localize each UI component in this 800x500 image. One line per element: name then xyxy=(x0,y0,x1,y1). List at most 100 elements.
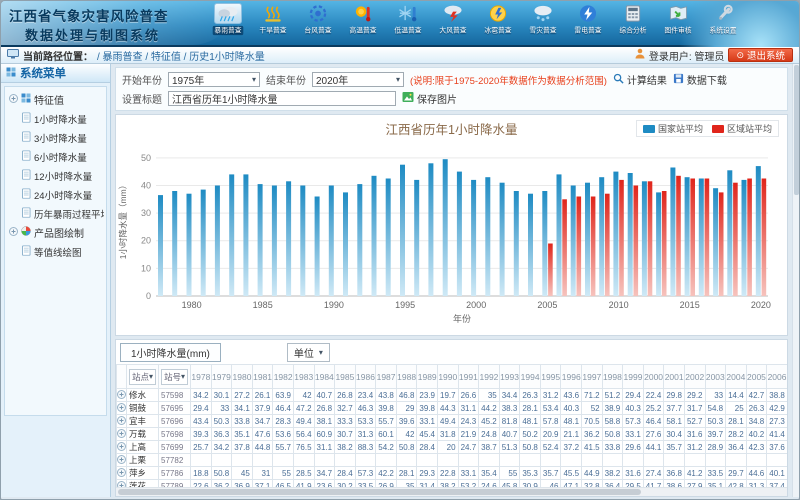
download-button[interactable]: 数据下载 xyxy=(673,72,727,87)
unit-label: 单位 xyxy=(294,345,314,360)
row-expand-icon[interactable] xyxy=(117,389,127,402)
chart-title-input[interactable] xyxy=(168,91,396,106)
toolbar-item-snow[interactable]: 雪灾普查 xyxy=(520,3,565,36)
toolbar-item-high-temp[interactable]: 高温普查 xyxy=(340,3,385,36)
sidebar-item-3小时降水量[interactable]: 3小时降水量 xyxy=(7,128,104,147)
legend-item[interactable]: 区域站平均 xyxy=(712,122,772,135)
toolbar-item-wind[interactable]: 大风普查 xyxy=(430,3,475,36)
sidebar-item-1小时降水量[interactable]: 1小时降水量 xyxy=(7,109,104,128)
value-cell: 46.3 xyxy=(355,402,376,415)
row-expand-icon[interactable] xyxy=(117,428,127,441)
value-cell: 46.4 xyxy=(643,415,664,428)
value-cell: 60.1 xyxy=(376,428,397,441)
value-cell: 46.4 xyxy=(273,402,294,415)
toolbar-item-analysis[interactable]: 综合分析 xyxy=(610,3,655,36)
compute-button[interactable]: 计算结果 xyxy=(613,72,667,87)
end-year-value: 2020年 xyxy=(316,72,348,87)
doc-icon xyxy=(22,245,31,258)
horizontal-scrollbar[interactable] xyxy=(116,487,787,496)
tree-toggle-icon[interactable] xyxy=(9,227,18,239)
value-cell: 54.2 xyxy=(376,441,397,454)
sidebar-node-1[interactable]: 产品图绘制 xyxy=(7,223,104,242)
value-cell: 51.2 xyxy=(602,389,623,402)
year-column-header: 2000 xyxy=(643,365,664,389)
toolbar-item-hail[interactable]: 冰雹普查 xyxy=(475,3,520,36)
value-cell: 45 xyxy=(232,467,253,480)
toolbar-item-low-temp[interactable]: 低温普查 xyxy=(385,3,430,36)
value-cell: 39.8 xyxy=(376,402,397,415)
value-cell xyxy=(643,454,664,467)
toolbar-item-lightning[interactable]: 雷电普查 xyxy=(565,3,610,36)
row-expand-icon[interactable] xyxy=(117,415,127,428)
value-cell: 42 xyxy=(396,428,417,441)
station-column-header[interactable]: 站点▾ xyxy=(127,365,159,389)
value-cell: 20.9 xyxy=(540,428,561,441)
sidebar-item-12小时降水量[interactable]: 12小时降水量 xyxy=(7,166,104,185)
palette-node-icon xyxy=(21,226,31,239)
value-cell: 54.8 xyxy=(705,402,726,415)
value-cell: 52 xyxy=(582,402,603,415)
sidebar-item-24小时降水量[interactable]: 24小时降水量 xyxy=(7,185,104,204)
unit-select[interactable]: 单位 ▾ xyxy=(287,343,330,362)
year-column-header: 1991 xyxy=(458,365,479,389)
expand-column-header xyxy=(117,365,127,389)
chevron-down-icon: ▾ xyxy=(396,75,400,84)
scrollbar-thumb[interactable] xyxy=(794,65,799,195)
app-title: 江西省气象灾害风险普查 数据处理与制图系统 xyxy=(9,5,169,44)
value-cell: 30.4 xyxy=(664,428,685,441)
sidebar-node-0[interactable]: 特征值 xyxy=(7,90,104,109)
station-id-cell: 57786 xyxy=(159,467,191,480)
legend-swatch xyxy=(712,125,724,133)
value-cell: 28.3 xyxy=(273,415,294,428)
value-cell: 53.4 xyxy=(540,402,561,415)
value-cell: 58.1 xyxy=(664,415,685,428)
toolbar-item-drought[interactable]: 干旱普查 xyxy=(250,3,295,36)
value-cell: 76.5 xyxy=(293,441,314,454)
toolbar-item-typhoon[interactable]: 台风普查 xyxy=(295,3,340,36)
value-type-box[interactable]: 1小时降水量(mm) xyxy=(120,343,221,362)
sidebar-item-6小时降水量[interactable]: 6小时降水量 xyxy=(7,147,104,166)
value-cell: 41.2 xyxy=(684,467,705,480)
value-cell: 19.7 xyxy=(438,389,459,402)
scrollbar-thumb[interactable] xyxy=(118,489,641,495)
chevron-down-icon: ▾ xyxy=(319,348,323,357)
value-cell: 40.3 xyxy=(623,402,644,415)
start-year-select[interactable]: 1975年 ▾ xyxy=(168,72,260,87)
breadcrumb[interactable]: / 暴雨普查 / 特征值 / 历史1小时降水量 xyxy=(97,48,265,63)
value-cell: 31.2 xyxy=(540,389,561,402)
value-cell xyxy=(684,454,705,467)
station-id-cell: 57696 xyxy=(159,415,191,428)
sidebar-item-等值线绘图[interactable]: 等值线绘图 xyxy=(7,242,104,261)
vertical-scrollbar[interactable] xyxy=(792,64,799,497)
value-cell: 40.3 xyxy=(561,402,582,415)
svg-text:1995: 1995 xyxy=(395,300,415,310)
end-year-select[interactable]: 2020年 ▾ xyxy=(312,72,404,87)
value-cell: 50.8 xyxy=(602,428,623,441)
toolbar-item-label: 雪灾普查 xyxy=(529,26,556,35)
toolbar-item-rainstorm[interactable]: 暴雨普查 xyxy=(205,3,250,36)
row-expand-icon[interactable] xyxy=(117,402,127,415)
sidebar-item-历年暴雨过程平均雨量[interactable]: 历年暴雨过程平均雨量 xyxy=(7,204,104,223)
tree-toggle-icon[interactable] xyxy=(9,94,18,106)
toolbar-item-map-audit[interactable]: 图件审核 xyxy=(655,3,700,36)
logout-button[interactable]: ⊙ 退出系统 xyxy=(728,48,793,62)
station-id-column-header[interactable]: 站号▾ xyxy=(159,365,191,389)
legend-item[interactable]: 国家站平均 xyxy=(643,122,703,135)
app-header: 江西省气象灾害风险普查 数据处理与制图系统 暴雨普查干旱普查台风普查高温普查低温… xyxy=(1,1,799,47)
year-column-header: 1985 xyxy=(335,365,356,389)
wind-cloud-icon xyxy=(439,3,467,24)
row-expand-icon[interactable] xyxy=(117,454,127,467)
value-cell: 55.7 xyxy=(273,441,294,454)
save-image-button[interactable]: 保存图片 xyxy=(402,91,457,106)
value-cell: 39.3 xyxy=(191,428,212,441)
grid-node-icon xyxy=(21,93,31,106)
toolbar-item-settings[interactable]: 系统设置 xyxy=(700,3,745,36)
toolbar-item-label: 大风普查 xyxy=(439,26,466,35)
image-icon xyxy=(402,91,414,106)
row-expand-icon[interactable] xyxy=(117,467,127,480)
value-cell: 88.3 xyxy=(355,441,376,454)
value-cell xyxy=(746,454,767,467)
row-expand-icon[interactable] xyxy=(117,441,127,454)
value-cell xyxy=(705,454,726,467)
year-column-header: 1998 xyxy=(602,365,623,389)
